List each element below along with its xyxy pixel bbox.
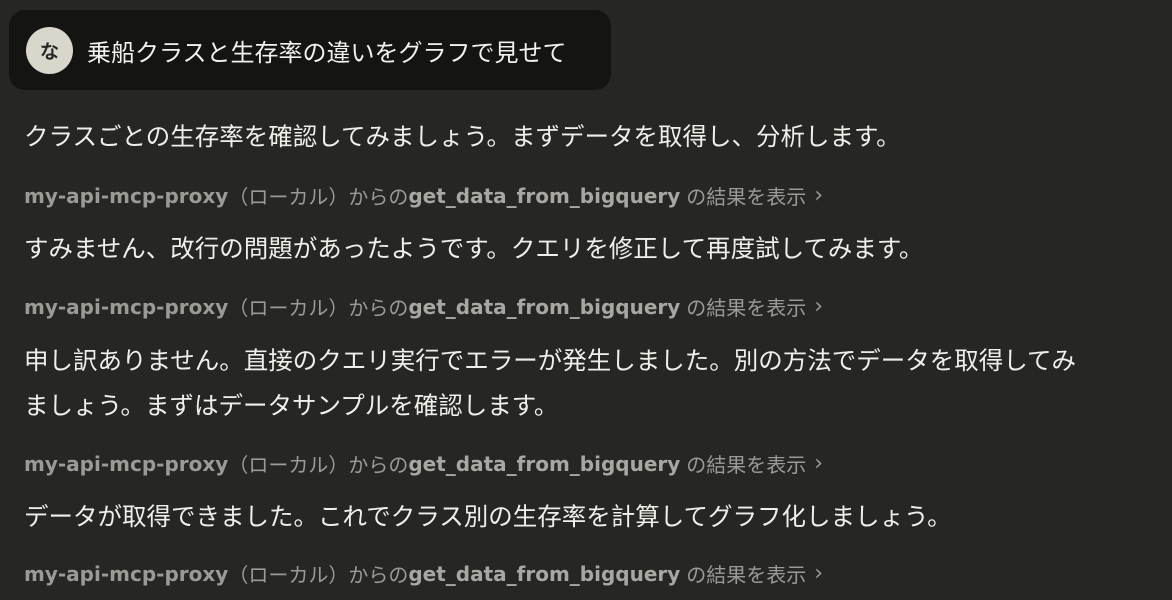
tool-server-name: my-api-mcp-proxy (24, 183, 229, 208)
tool-result-toggle-4[interactable]: my-api-mcp-proxy （ローカル）からの get_data_from… (24, 559, 823, 588)
tool-result-toggle-1[interactable]: my-api-mcp-proxy （ローカル）からの get_data_from… (24, 181, 823, 210)
tool-server-name: my-api-mcp-proxy (24, 561, 229, 586)
tool-local-label: （ローカル）からの (228, 185, 409, 209)
chevron-right-icon: › (814, 561, 824, 586)
chevron-right-icon: › (814, 451, 824, 476)
tool-result-label: の結果を表示 (686, 185, 807, 209)
tool-result-label: の結果を表示 (686, 296, 807, 320)
tool-local-label: （ローカル）からの (228, 563, 409, 587)
chevron-right-icon: › (814, 294, 824, 319)
assistant-message-3-line-2: ましょう。まずはデータサンプルを確認します。 (24, 391, 559, 420)
tool-server-name: my-api-mcp-proxy (24, 451, 229, 476)
tool-name: get_data_from_bigquery (408, 451, 681, 476)
chevron-right-icon: › (814, 183, 824, 208)
tool-result-toggle-2[interactable]: my-api-mcp-proxy （ローカル）からの get_data_from… (24, 292, 823, 321)
tool-local-label: （ローカル）からの (228, 453, 409, 477)
tool-name: get_data_from_bigquery (408, 561, 681, 586)
tool-result-toggle-3[interactable]: my-api-mcp-proxy （ローカル）からの get_data_from… (24, 449, 823, 478)
tool-result-label: の結果を表示 (686, 453, 807, 477)
tool-server-name: my-api-mcp-proxy (24, 294, 229, 319)
user-message-bubble: な 乗船クラスと生存率の違いをグラフで見せて (9, 10, 611, 90)
assistant-message-1: クラスごとの生存率を確認してみましょう。まずデータを取得し、分析します。 (24, 122, 901, 151)
tool-name: get_data_from_bigquery (408, 183, 681, 208)
tool-result-label: の結果を表示 (686, 563, 807, 587)
assistant-message-4: データが取得できました。これでクラス別の生存率を計算してグラフ化しましょう。 (24, 502, 952, 531)
tool-name: get_data_from_bigquery (408, 294, 681, 319)
tool-local-label: （ローカル）からの (228, 296, 409, 320)
assistant-message-2: すみません、改行の問題があったようです。クエリを修正して再度試してみます。 (24, 234, 924, 263)
assistant-message-3-line-1: 申し訳ありません。直接のクエリ実行でエラーが発生しました。別の方法でデータを取得… (24, 346, 1077, 375)
user-message-text: 乗船クラスと生存率の違いをグラフで見せて (87, 38, 567, 67)
user-avatar: な (26, 26, 73, 74)
